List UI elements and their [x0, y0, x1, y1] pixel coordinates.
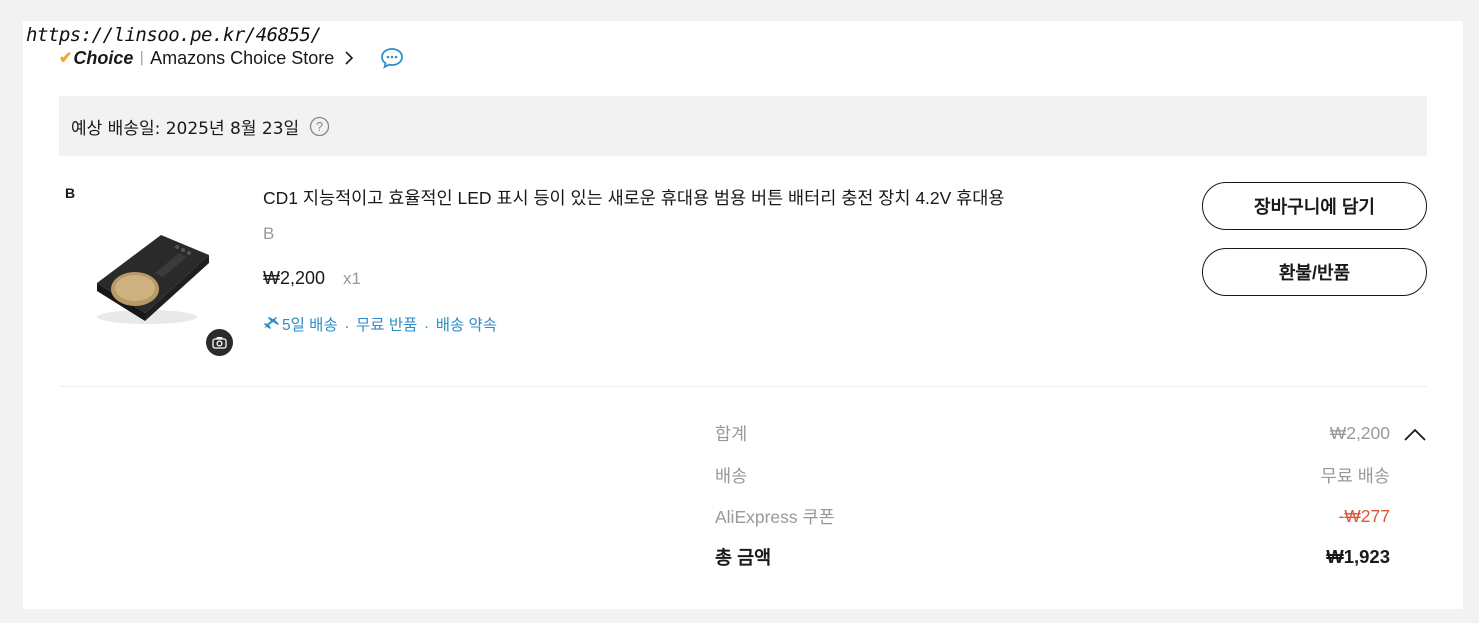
- add-to-cart-button[interactable]: 장바구니에 담기: [1202, 182, 1427, 230]
- store-header: ✔ Choice | Amazons Choice Store: [59, 46, 404, 70]
- total-label: 총 금액: [715, 547, 772, 568]
- perk-delivery-promise: 배송 약속: [435, 317, 498, 334]
- perk-separator: .: [344, 315, 350, 332]
- store-separator: |: [139, 50, 145, 66]
- coupon-label: AliExpress 쿠폰: [715, 507, 835, 527]
- product-variant: B: [263, 224, 275, 243]
- subtotal-value: ₩2,200: [1329, 423, 1390, 443]
- refund-return-button[interactable]: 환불/반품: [1202, 248, 1427, 296]
- svg-text:?: ?: [316, 119, 323, 134]
- summary-subtotal-row: 합계 ₩2,200: [715, 421, 1390, 446]
- shipping-label: 배송: [715, 466, 748, 486]
- delivery-estimate-text: 예상 배송일: 2025년 8월 23일: [71, 118, 300, 139]
- total-value: ₩1,923: [1326, 546, 1390, 567]
- chat-icon[interactable]: [380, 47, 404, 69]
- subtotal-label: 합계: [715, 424, 748, 444]
- chevron-right-icon[interactable]: [344, 51, 356, 65]
- divider: [59, 386, 1427, 387]
- check-icon: ✔: [59, 50, 73, 67]
- summary-coupon-row: AliExpress 쿠폰 -₩277: [715, 504, 1390, 529]
- product-image[interactable]: [83, 221, 213, 331]
- price-row: ₩2,200 x1: [263, 268, 361, 289]
- plane-icon: [263, 316, 281, 332]
- perk-free-return: 무료 반품: [356, 317, 418, 334]
- store-name-link[interactable]: Amazons Choice Store: [150, 48, 334, 69]
- perk-fast-delivery: 5일 배송: [282, 317, 338, 334]
- help-icon[interactable]: ?: [309, 116, 330, 137]
- coupon-value: -₩277: [1338, 506, 1390, 526]
- product-title-link[interactable]: CD1 지능적이고 효율적인 LED 표시 등이 있는 새로운 휴대용 범용 버…: [263, 185, 1004, 210]
- perk-separator: .: [424, 315, 429, 332]
- camera-icon[interactable]: [206, 329, 233, 356]
- chevron-up-icon[interactable]: [1403, 427, 1427, 446]
- order-card: ✔ Choice | Amazons Choice Store 예상 배송일: …: [23, 21, 1463, 609]
- delivery-perks: 5일 배송 . 무료 반품 . 배송 약속: [263, 313, 497, 335]
- item-quantity: x1: [343, 269, 362, 288]
- shipping-value: 무료 배송: [1320, 466, 1390, 486]
- seller-tag: B: [65, 185, 76, 201]
- summary-total-row: 총 금액 ₩1,923: [715, 544, 1390, 570]
- choice-logo: ✔ Choice: [59, 48, 133, 69]
- choice-logo-text: Choice: [73, 47, 134, 68]
- delivery-estimate-bar: 예상 배송일: 2025년 8월 23일 ?: [59, 96, 1427, 156]
- item-price: ₩2,200: [263, 268, 326, 288]
- watermark-url: https://linsoo.pe.kr/46855/: [26, 24, 322, 46]
- summary-shipping-row: 배송 무료 배송: [715, 463, 1390, 488]
